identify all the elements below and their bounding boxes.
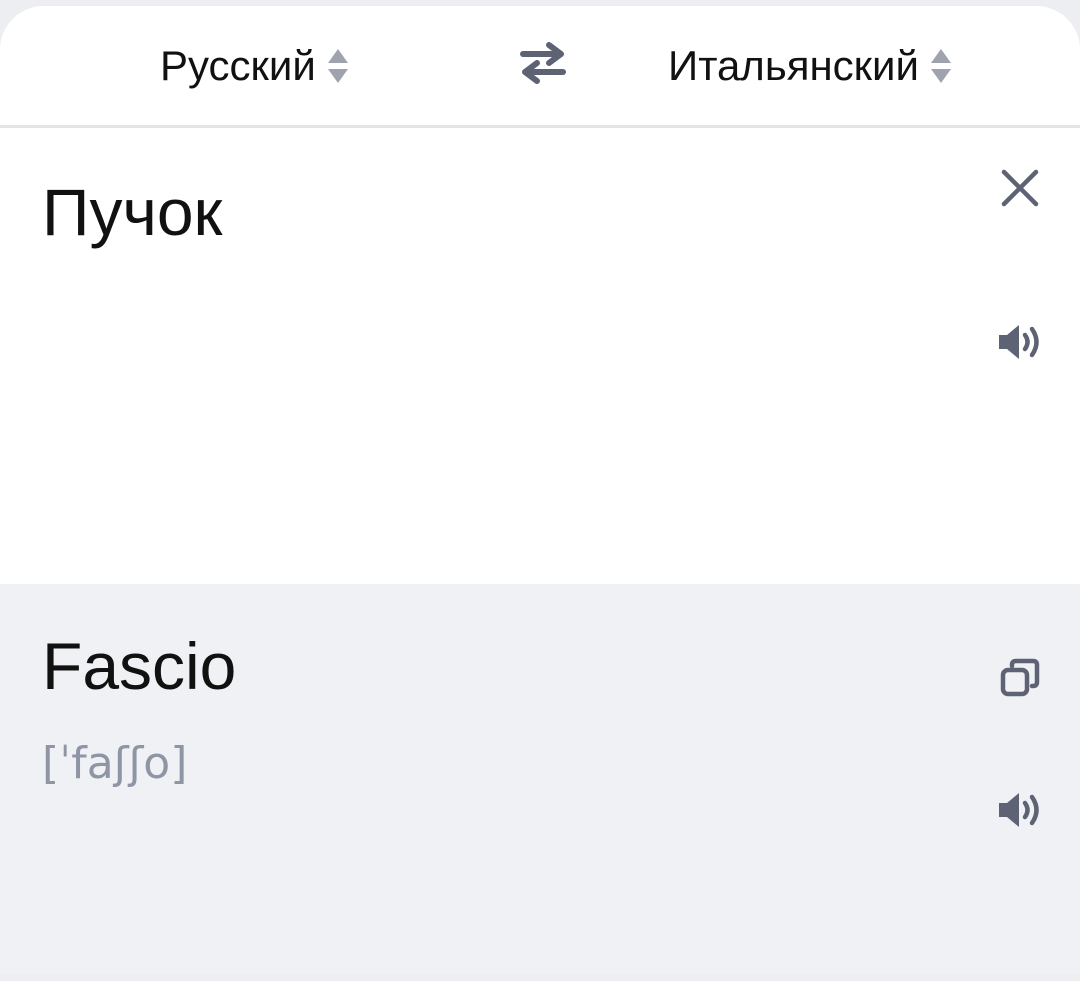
speaker-icon xyxy=(996,790,1044,835)
page: Русский Итальянский Пучок Fascio [ˈfaʃʃo… xyxy=(0,0,1080,981)
speaker-icon xyxy=(996,322,1044,367)
sort-arrows-icon xyxy=(326,46,350,86)
translation-text: Fascio xyxy=(42,629,237,703)
clear-button[interactable] xyxy=(990,160,1050,220)
close-icon xyxy=(1000,168,1040,213)
target-language-label: Итальянский xyxy=(668,42,919,89)
translator-card: Русский Итальянский Пучок Fascio [ˈfaʃʃo… xyxy=(0,6,1080,974)
translation-speak-button[interactable] xyxy=(990,782,1050,842)
language-bar: Русский Итальянский xyxy=(0,6,1080,128)
sort-arrows-icon xyxy=(929,46,953,86)
copy-icon xyxy=(999,657,1041,704)
source-language-selector[interactable]: Русский xyxy=(160,36,350,96)
source-language-label: Русский xyxy=(160,42,316,89)
source-text[interactable]: Пучок xyxy=(42,172,222,252)
source-speak-button[interactable] xyxy=(990,314,1050,374)
swap-languages-button[interactable] xyxy=(516,38,570,92)
source-input-area[interactable]: Пучок xyxy=(0,128,1080,584)
transcription-text: [ˈfaʃʃo] xyxy=(42,738,188,789)
target-language-selector[interactable]: Итальянский xyxy=(668,36,953,96)
swap-arrows-icon xyxy=(519,41,567,90)
translation-result-area: Fascio [ˈfaʃʃo] xyxy=(0,584,1080,974)
copy-button[interactable] xyxy=(990,650,1050,710)
